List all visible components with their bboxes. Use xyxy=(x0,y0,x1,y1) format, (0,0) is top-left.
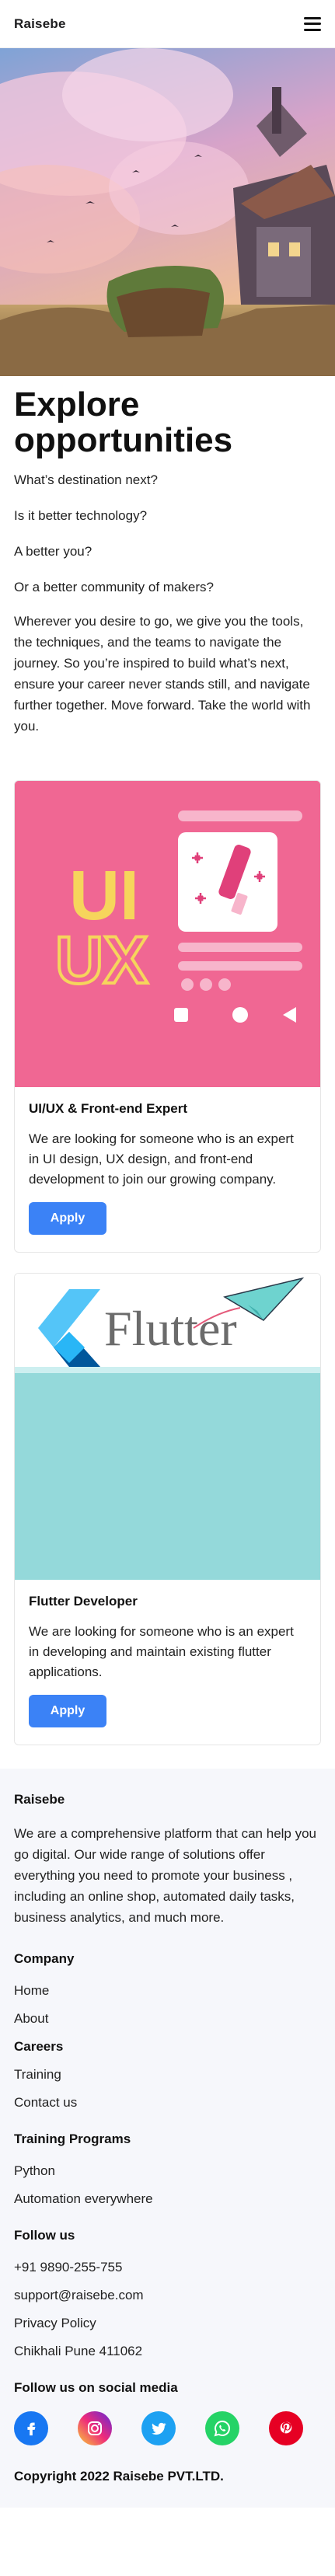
intro-section: Explore opportunities What’s destination… xyxy=(0,376,335,760)
footer-about: We are a comprehensive platform that can… xyxy=(14,1826,317,1925)
social-heading: Follow us on social media xyxy=(14,2380,178,2395)
footer-link-contact[interactable]: Contact us xyxy=(14,2094,321,2111)
copyright-text: Copyright 2022 Raisebe PVT.LTD. xyxy=(14,2469,224,2484)
follow-heading: Follow us xyxy=(14,2228,75,2243)
intro-paragraph: Wherever you desire to go, we give you t… xyxy=(14,614,311,734)
job-description: We are looking for someone who is an exp… xyxy=(29,1624,294,1679)
flutter-word: Flutter xyxy=(104,1301,237,1356)
company-heading: Company xyxy=(14,1951,75,1966)
footer-email[interactable]: support@raisebe.com xyxy=(14,2287,321,2304)
footer-link-home[interactable]: Home xyxy=(14,1982,321,1999)
instagram-icon[interactable] xyxy=(78,2411,112,2445)
top-navbar: Raisebe xyxy=(0,0,335,48)
footer-brand: Raisebe xyxy=(14,1792,65,1807)
hamburger-menu-icon[interactable] xyxy=(304,16,321,31)
job-card-flutter: Flutter Flutter Developer We are looking… xyxy=(14,1273,321,1745)
site-footer: Raisebe We are a comprehensive platform … xyxy=(0,1769,335,2508)
job-card-body: Flutter Developer We are looking for som… xyxy=(15,1580,320,1745)
job-title: UI/UX & Front-end Expert xyxy=(29,1101,188,1116)
uiux-illustration: UI UX xyxy=(15,781,320,1087)
training-heading: Training Programs xyxy=(14,2132,131,2146)
intro-question: A better you? xyxy=(14,544,92,559)
apply-button[interactable]: Apply xyxy=(29,1695,106,1727)
footer-link-careers[interactable]: Careers xyxy=(14,2038,321,2055)
footer-training: Training Programs Python Automation ever… xyxy=(14,2132,321,2208)
footer-follow: Follow us +91 9890-255-755 support@raise… xyxy=(14,2228,321,2360)
footer-link-python[interactable]: Python xyxy=(14,2163,321,2180)
job-card-body: UI/UX & Front-end Expert We are looking … xyxy=(15,1087,320,1252)
social-icons xyxy=(14,2411,321,2445)
footer-link-training[interactable]: Training xyxy=(14,2066,321,2083)
brand-logo-text[interactable]: Raisebe xyxy=(14,16,66,32)
footer-link-about[interactable]: About xyxy=(14,2010,321,2027)
flutter-illustration: Flutter xyxy=(15,1274,320,1580)
job-card-uiux: UI UX UI/UX & Front-end Expert We are lo… xyxy=(14,780,321,1253)
footer-privacy-policy[interactable]: Privacy Policy xyxy=(14,2315,321,2332)
intro-question: Or a better community of makers? xyxy=(14,580,214,594)
twitter-icon[interactable] xyxy=(141,2411,176,2445)
page-title: Explore opportunities xyxy=(14,385,233,459)
facebook-icon[interactable] xyxy=(14,2411,48,2445)
job-description: We are looking for someone who is an exp… xyxy=(29,1131,294,1187)
intro-question: What’s destination next? xyxy=(14,472,158,487)
footer-address: Chikhali Pune 411062 xyxy=(14,2344,143,2358)
ux-text: UX xyxy=(55,923,148,998)
footer-link-automation[interactable]: Automation everywhere xyxy=(14,2191,321,2208)
job-title: Flutter Developer xyxy=(29,1594,138,1609)
pinterest-icon[interactable] xyxy=(269,2411,303,2445)
footer-phone[interactable]: +91 9890-255-755 xyxy=(14,2259,321,2276)
intro-question: Is it better technology? xyxy=(14,508,148,523)
footer-company: Company Home About Careers Training Cont… xyxy=(14,1951,321,2111)
hero-illustration xyxy=(0,48,335,376)
apply-button[interactable]: Apply xyxy=(29,1202,106,1235)
whatsapp-icon[interactable] xyxy=(205,2411,239,2445)
